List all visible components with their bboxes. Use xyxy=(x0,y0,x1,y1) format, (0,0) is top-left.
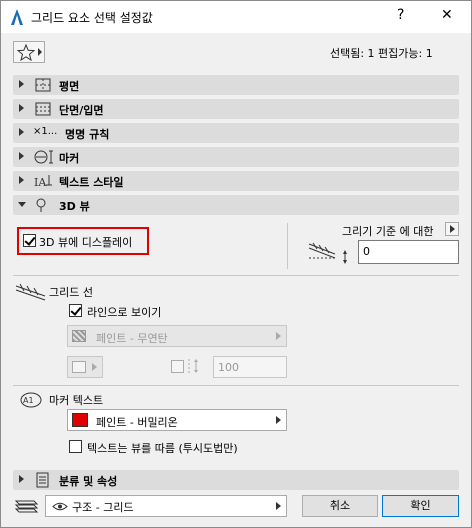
text-style-icon: IA xyxy=(34,175,52,189)
naming-icon: ×1... xyxy=(33,126,58,137)
section-label: 단면/입면 xyxy=(59,104,104,117)
svg-text:IA: IA xyxy=(34,176,47,189)
section-label: 마커 xyxy=(59,152,80,165)
star-icon xyxy=(17,44,35,61)
section-text-style[interactable]: IA 텍스트 스타일 xyxy=(13,171,459,191)
layer-value: 구조 - 그리드 xyxy=(72,501,134,514)
paint-color-swatch xyxy=(72,413,88,427)
svg-text:A1: A1 xyxy=(23,396,34,405)
show-as-line-label: 라인으로 보이기 xyxy=(87,306,162,319)
grid-line-paint-value: 페인트 - 무연탄 xyxy=(96,332,168,345)
dropdown-arrow-icon xyxy=(276,416,281,424)
section-floorplan[interactable]: 평면 xyxy=(13,75,459,95)
expand-arrow-icon xyxy=(19,104,24,112)
eye-icon xyxy=(52,502,68,511)
display-in-3d-label: 3D 뷰에 디스플레이 xyxy=(39,236,133,249)
expand-arrow-icon xyxy=(19,176,24,184)
dropdown-arrow-icon xyxy=(92,363,97,371)
floorplan-icon xyxy=(35,78,51,92)
expand-arrow-icon xyxy=(19,128,24,136)
section-section-elevation[interactable]: 단면/입면 xyxy=(13,99,459,119)
dialog-window: 그리드 요소 선택 설정값 ? ✕ 선택됨: 1 편집가능: 1 평면 단면/입… xyxy=(0,0,472,528)
text-follows-view-label: 텍스트는 뷰를 따름 (투시도법만) xyxy=(87,442,238,455)
section-label: 텍스트 스타일 xyxy=(59,176,124,189)
grid-line-size-checkbox[interactable] xyxy=(171,360,184,373)
draw-by-options-button[interactable] xyxy=(445,222,459,236)
classification-icon xyxy=(36,472,49,488)
draw-by-label: 그리기 기준 에 대한 xyxy=(342,225,434,238)
height-input-value: 0 xyxy=(363,245,370,258)
section-label: 명명 규칙 xyxy=(65,128,110,141)
window-title: 그리드 요소 선택 설정값 xyxy=(31,11,153,25)
ok-button[interactable]: 확인 xyxy=(382,495,459,517)
section-label: 분류 및 속성 xyxy=(59,475,118,488)
grid-line-label: 그리드 선 xyxy=(49,286,93,299)
show-as-line-checkbox[interactable] xyxy=(69,304,82,317)
section-marker[interactable]: 마커 xyxy=(13,147,459,167)
section-label: 평면 xyxy=(59,80,80,93)
favorites-button[interactable] xyxy=(13,41,45,63)
expand-arrow-icon xyxy=(19,80,24,88)
grid-height-icon xyxy=(308,242,347,264)
pen-swatch-icon xyxy=(72,361,86,373)
options-arrow-icon xyxy=(450,225,455,233)
section-naming[interactable]: ×1... 명명 규칙 xyxy=(13,123,459,143)
display-in-3d-checkbox[interactable] xyxy=(23,234,36,247)
layer-icon xyxy=(14,500,39,513)
title-bar: 그리드 요소 선택 설정값 ? ✕ xyxy=(1,1,471,33)
text-follows-view-checkbox[interactable] xyxy=(69,440,82,453)
paint-swatch-icon xyxy=(72,330,86,342)
cancel-button[interactable]: 취소 xyxy=(302,495,378,517)
height-input[interactable]: 0 xyxy=(358,240,459,264)
marker-text-paint-value: 페인트 - 버밀리온 xyxy=(96,416,178,429)
divider xyxy=(13,385,459,386)
grid-line-icon xyxy=(15,283,46,301)
grid-line-paint-select[interactable]: 페인트 - 무연탄 xyxy=(67,325,287,347)
vertical-divider xyxy=(287,223,288,269)
section-label: 3D 뷰 xyxy=(59,200,90,213)
marker-text-paint-select[interactable]: 페인트 - 버밀리온 xyxy=(67,409,287,431)
divider xyxy=(13,275,459,276)
grid-line-size-input[interactable]: 100 xyxy=(213,356,287,378)
collapse-arrow-icon xyxy=(18,202,26,207)
app-logo-icon xyxy=(11,9,23,25)
marker-text-label: 마커 텍스트 xyxy=(49,394,104,407)
expand-arrow-icon xyxy=(19,475,24,483)
grid-line-size-value: 100 xyxy=(218,361,239,374)
expand-arrow-icon xyxy=(19,152,24,160)
marker-text-icon: A1 xyxy=(20,392,42,408)
help-button[interactable]: ? xyxy=(397,7,404,23)
layer-select[interactable]: 구조 - 그리드 xyxy=(45,495,287,517)
grid-line-pen-select[interactable] xyxy=(67,356,103,378)
selection-info: 선택됨: 1 편집가능: 1 xyxy=(330,47,433,60)
close-button[interactable]: ✕ xyxy=(441,7,453,23)
marker-icon xyxy=(34,150,53,164)
section-classification[interactable]: 분류 및 속성 xyxy=(13,470,459,490)
favorites-arrow-icon xyxy=(38,48,42,56)
dropdown-arrow-icon xyxy=(276,502,281,510)
section-3d-view[interactable]: 3D 뷰 xyxy=(13,195,459,215)
section-elevation-icon xyxy=(35,102,51,116)
dropdown-arrow-icon xyxy=(276,332,281,340)
3d-view-icon xyxy=(36,198,46,212)
size-icon xyxy=(188,359,198,373)
